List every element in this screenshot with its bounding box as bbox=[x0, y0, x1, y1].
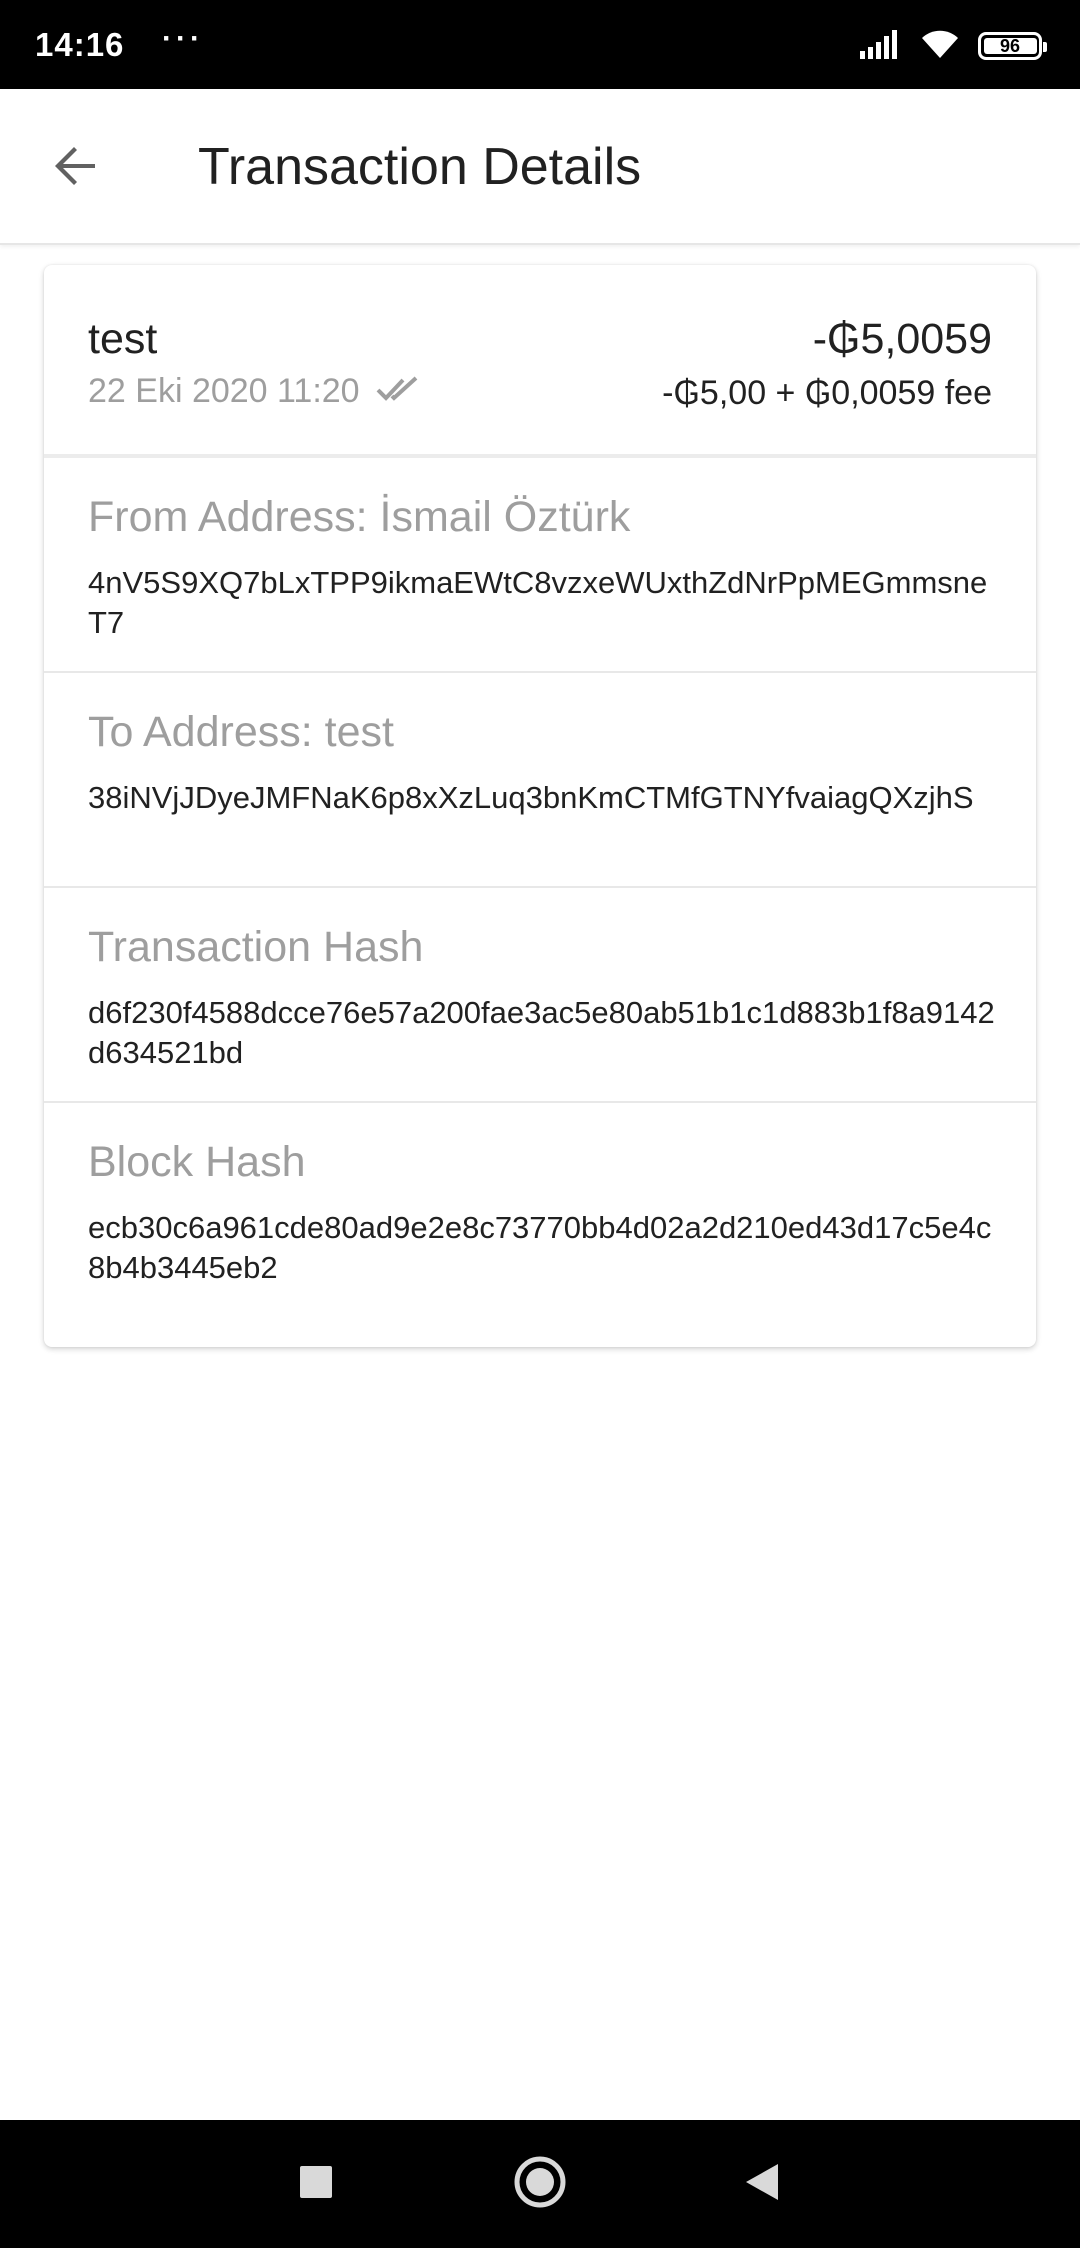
status-icons: 96 bbox=[860, 26, 1047, 66]
to-address-value[interactable]: 38iNVjJDyeJMFNaK6p8xXzLuq3bnKmCTMfGTNYfv… bbox=[88, 778, 998, 818]
transaction-amount: -₲5,0059 bbox=[812, 315, 992, 363]
block-hash-section: Block Hash ecb30c6a961cde80ad9e2e8c73770… bbox=[44, 1103, 1036, 1318]
back-triangle-icon bbox=[744, 2162, 780, 2207]
battery-percent: 96 bbox=[999, 35, 1021, 56]
status-time: 14:16 bbox=[35, 26, 125, 63]
back-nav-button[interactable] bbox=[730, 2152, 794, 2216]
status-bar: 14:16 ··· 96 bbox=[0, 0, 1080, 89]
transaction-card: test 22 Eki 2020 11:20 -₲5,0059 -₲5,00 +… bbox=[44, 265, 1036, 1347]
transaction-date-row: 22 Eki 2020 11:20 bbox=[88, 372, 420, 411]
transaction-hash-label: Transaction Hash bbox=[88, 923, 424, 971]
double-check-icon bbox=[376, 375, 420, 408]
transaction-date: 22 Eki 2020 11:20 bbox=[88, 372, 360, 410]
to-address-section: To Address: test 38iNVjJDyeJMFNaK6p8xXzL… bbox=[44, 673, 1036, 888]
app-bar: Transaction Details bbox=[0, 89, 1080, 245]
home-circle-icon bbox=[513, 2155, 567, 2214]
transaction-summary: test 22 Eki 2020 11:20 -₲5,0059 -₲5,00 +… bbox=[44, 265, 1036, 458]
recents-button[interactable] bbox=[284, 2152, 348, 2216]
transaction-hash-section: Transaction Hash d6f230f4588dcce76e57a20… bbox=[44, 888, 1036, 1103]
system-nav-bar bbox=[0, 2120, 1080, 2248]
from-address-section: From Address: İsmail Öztürk 4nV5S9XQ7bLx… bbox=[44, 458, 1036, 673]
from-address-value[interactable]: 4nV5S9XQ7bLxTPP9ikmaEWtC8vzxeWUxthZdNrPp… bbox=[88, 563, 998, 643]
recents-square-icon bbox=[299, 2165, 333, 2204]
arrow-back-icon bbox=[51, 142, 99, 195]
signal-icon bbox=[860, 29, 902, 64]
back-button[interactable] bbox=[40, 133, 110, 203]
battery-tip bbox=[1043, 42, 1047, 52]
transaction-name: test bbox=[88, 315, 158, 363]
transaction-amount-breakdown: -₲5,00 + ₲0,0059 fee bbox=[662, 374, 992, 412]
block-hash-label: Block Hash bbox=[88, 1138, 306, 1186]
battery-icon: 96 bbox=[978, 32, 1047, 60]
to-address-label: To Address: test bbox=[88, 708, 394, 756]
from-address-label: From Address: İsmail Öztürk bbox=[88, 493, 631, 541]
page-title: Transaction Details bbox=[198, 138, 642, 196]
home-button[interactable] bbox=[508, 2152, 572, 2216]
transaction-hash-value[interactable]: d6f230f4588dcce76e57a200fae3ac5e80ab51b1… bbox=[88, 993, 998, 1073]
notification-dots: ··· bbox=[162, 22, 204, 55]
wifi-icon bbox=[920, 28, 960, 65]
block-hash-value[interactable]: ecb30c6a961cde80ad9e2e8c73770bb4d02a2d21… bbox=[88, 1208, 998, 1288]
